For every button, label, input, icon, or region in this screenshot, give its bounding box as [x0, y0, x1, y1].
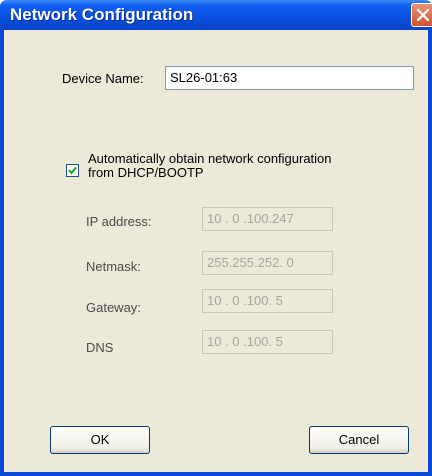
- gateway-field: 10 . 0 .100. 5: [202, 289, 333, 313]
- dialog-body: Device Name: SL26-01:63 Automatically ob…: [4, 30, 428, 472]
- ok-button[interactable]: OK: [50, 426, 150, 454]
- dhcp-label-line2: from DHCP/BOOTP: [88, 165, 204, 180]
- netmask-label: Netmask:: [86, 259, 141, 274]
- title-bar[interactable]: Network Configuration: [0, 0, 432, 30]
- gateway-label: Gateway:: [86, 300, 141, 315]
- netmask-field: 255.255.252. 0: [202, 251, 333, 275]
- ip-address-field: 10 . 0 .100.247: [202, 207, 333, 231]
- device-name-label: Device Name:: [62, 71, 144, 86]
- close-button[interactable]: [411, 3, 432, 27]
- dialog-window: Network Configuration Device Name: SL26-…: [0, 0, 432, 476]
- device-name-input[interactable]: SL26-01:63: [165, 66, 414, 90]
- cancel-button[interactable]: Cancel: [309, 426, 409, 454]
- dhcp-checkbox[interactable]: [66, 164, 79, 177]
- dns-field: 10 . 0 .100. 5: [202, 330, 333, 354]
- checkmark-icon: [68, 166, 77, 175]
- dhcp-label-line1: Automatically obtain network configurati…: [88, 151, 332, 166]
- ip-address-label: IP address:: [86, 214, 152, 229]
- window-title: Network Configuration: [10, 5, 194, 24]
- close-icon: [416, 8, 430, 22]
- dns-label: DNS: [86, 340, 114, 355]
